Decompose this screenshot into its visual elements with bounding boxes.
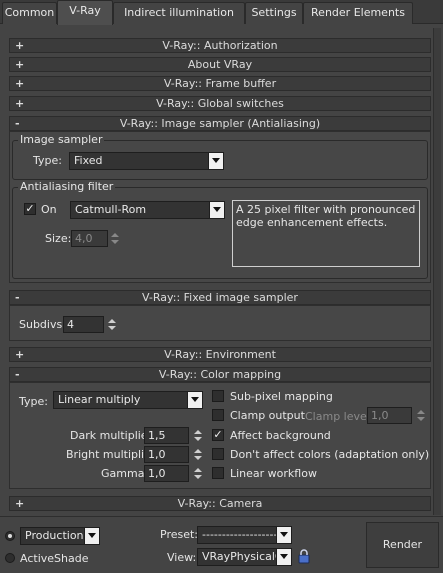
rollout-title: V-Ray:: Image sampler (Antialiasing) <box>119 117 321 130</box>
sub-pixel-mapping-label: Sub-pixel mapping <box>230 390 333 403</box>
sampler-type-value: Fixed <box>74 154 103 167</box>
clamp-output-checkbox[interactable] <box>212 409 224 421</box>
bright-multiplier-spinner[interactable] <box>193 446 203 463</box>
rollout-about[interactable]: + About VRay <box>9 57 431 72</box>
affect-background-label: Affect background <box>230 429 331 442</box>
dark-multiplier-spinner[interactable] <box>193 427 203 444</box>
render-button[interactable]: Render <box>366 522 439 568</box>
aa-filter-dropdown[interactable]: Catmull-Rom <box>70 201 225 219</box>
gamma-label: Gamma: <box>101 467 149 480</box>
chevron-down-icon <box>84 528 99 544</box>
expand-icon: + <box>15 97 25 110</box>
tab-vray[interactable]: V-Ray <box>57 0 113 25</box>
rollout-fixed-image-sampler[interactable]: - V-Ray:: Fixed image sampler <box>9 290 431 305</box>
aa-filter-value: Catmull-Rom <box>75 203 147 216</box>
activeshade-label: ActiveShade <box>20 552 89 565</box>
production-value: Production <box>25 529 84 542</box>
tab-render-elements[interactable]: Render Elements <box>303 2 413 24</box>
tab-settings[interactable]: Settings <box>245 2 303 24</box>
gamma-field[interactable]: 1,0 <box>144 465 189 482</box>
activeshade-radio[interactable] <box>5 553 15 563</box>
lock-view-icon[interactable] <box>296 548 312 565</box>
dark-multiplier-field[interactable]: 1,5 <box>144 427 189 444</box>
dont-affect-colors-checkbox[interactable] <box>212 448 224 460</box>
aa-size-field[interactable]: 4,0 <box>71 230 108 247</box>
linear-workflow-label: Linear workflow <box>230 467 317 480</box>
clamp-level-field[interactable]: 1,0 <box>367 407 412 424</box>
tab-common[interactable]: Common <box>2 2 57 24</box>
rollout-title: V-Ray:: Camera <box>177 497 263 510</box>
chevron-down-icon <box>209 202 224 218</box>
production-dropdown[interactable]: Production <box>20 527 100 545</box>
expand-icon: + <box>15 58 25 71</box>
chevron-down-icon <box>208 153 223 169</box>
collapse-icon: - <box>15 291 20 304</box>
linear-workflow-checkbox[interactable] <box>212 467 224 479</box>
cm-type-dropdown[interactable]: Linear multiply <box>53 391 203 409</box>
view-value: VRayPhysicalC <box>202 550 283 563</box>
subdivs-label: Subdivs: <box>19 318 66 331</box>
expand-icon: + <box>15 348 25 361</box>
dont-affect-colors-label: Don't affect colors (adaptation only) <box>230 448 430 461</box>
rollout-frame-buffer[interactable]: + V-Ray:: Frame buffer <box>9 76 431 91</box>
scrollbar[interactable] <box>433 28 441 515</box>
rollout-title: V-Ray:: Authorization <box>162 39 278 52</box>
view-label: View: <box>167 551 197 564</box>
expand-icon: + <box>15 77 25 90</box>
rollout-environment[interactable]: + V-Ray:: Environment <box>9 347 431 362</box>
subdivs-field[interactable]: 4 <box>63 316 104 333</box>
rollout-title: V-Ray:: Environment <box>164 348 276 361</box>
gamma-spinner[interactable] <box>193 465 203 482</box>
preset-label: Preset: <box>160 528 199 541</box>
chevron-down-icon <box>276 527 291 543</box>
clamp-output-label: Clamp output <box>230 409 305 422</box>
production-radio[interactable] <box>5 531 15 541</box>
clamp-level-label: Clamp level: <box>305 410 374 423</box>
clamp-level-spinner[interactable] <box>416 407 426 424</box>
collapse-icon: - <box>15 368 20 381</box>
bright-multiplier-field[interactable]: 1,0 <box>144 446 189 463</box>
rollout-title: About VRay <box>187 58 253 71</box>
rollout-title: V-Ray:: Frame buffer <box>163 77 277 90</box>
dark-multiplier-label: Dark multiplier: <box>70 429 156 442</box>
rollout-title: V-Ray:: Global switches <box>156 97 284 110</box>
cm-type-label: Type: <box>19 395 48 408</box>
aa-size-label: Size: <box>45 232 72 245</box>
cm-type-value: Linear multiply <box>58 393 141 406</box>
aa-filter-on-checkbox[interactable]: ✓ <box>24 203 36 215</box>
chevron-down-icon <box>276 549 291 565</box>
rollout-authorization[interactable]: + V-Ray:: Authorization <box>9 38 431 53</box>
tab-indirect-illumination[interactable]: Indirect illumination <box>113 2 245 24</box>
view-dropdown[interactable]: VRayPhysicalC <box>197 548 292 566</box>
aa-filter-description: A 25 pixel filter with pronounced edge e… <box>232 200 420 267</box>
rollout-image-sampler[interactable]: - V-Ray:: Image sampler (Antialiasing) <box>9 116 431 131</box>
sampler-type-label: Type: <box>33 154 62 167</box>
rollout-camera[interactable]: + V-Ray:: Camera <box>9 496 431 511</box>
aa-size-spinner[interactable] <box>110 230 120 247</box>
preset-dropdown[interactable]: -------------------------- <box>197 526 292 544</box>
antialiasing-filter-title: Antialiasing filter <box>18 180 116 193</box>
sub-pixel-mapping-checkbox[interactable] <box>212 390 224 402</box>
rollout-title: V-Ray:: Color mapping <box>158 368 282 381</box>
sampler-type-dropdown[interactable]: Fixed <box>69 152 224 170</box>
collapse-icon: - <box>15 117 20 130</box>
affect-background-checkbox[interactable]: ✓ <box>212 429 224 441</box>
subdivs-spinner[interactable] <box>107 316 117 333</box>
rollout-title: V-Ray:: Fixed image sampler <box>142 291 298 304</box>
expand-icon: + <box>15 497 25 510</box>
tab-bar: Common V-Ray Indirect illumination Setti… <box>0 0 443 25</box>
rollout-global-switches[interactable]: + V-Ray:: Global switches <box>9 96 431 111</box>
aa-filter-on-label: On <box>41 203 57 216</box>
expand-icon: + <box>15 39 25 52</box>
chevron-down-icon <box>187 392 202 408</box>
image-sampler-group-title: Image sampler <box>18 133 105 146</box>
rollout-color-mapping[interactable]: - V-Ray:: Color mapping <box>9 367 431 382</box>
